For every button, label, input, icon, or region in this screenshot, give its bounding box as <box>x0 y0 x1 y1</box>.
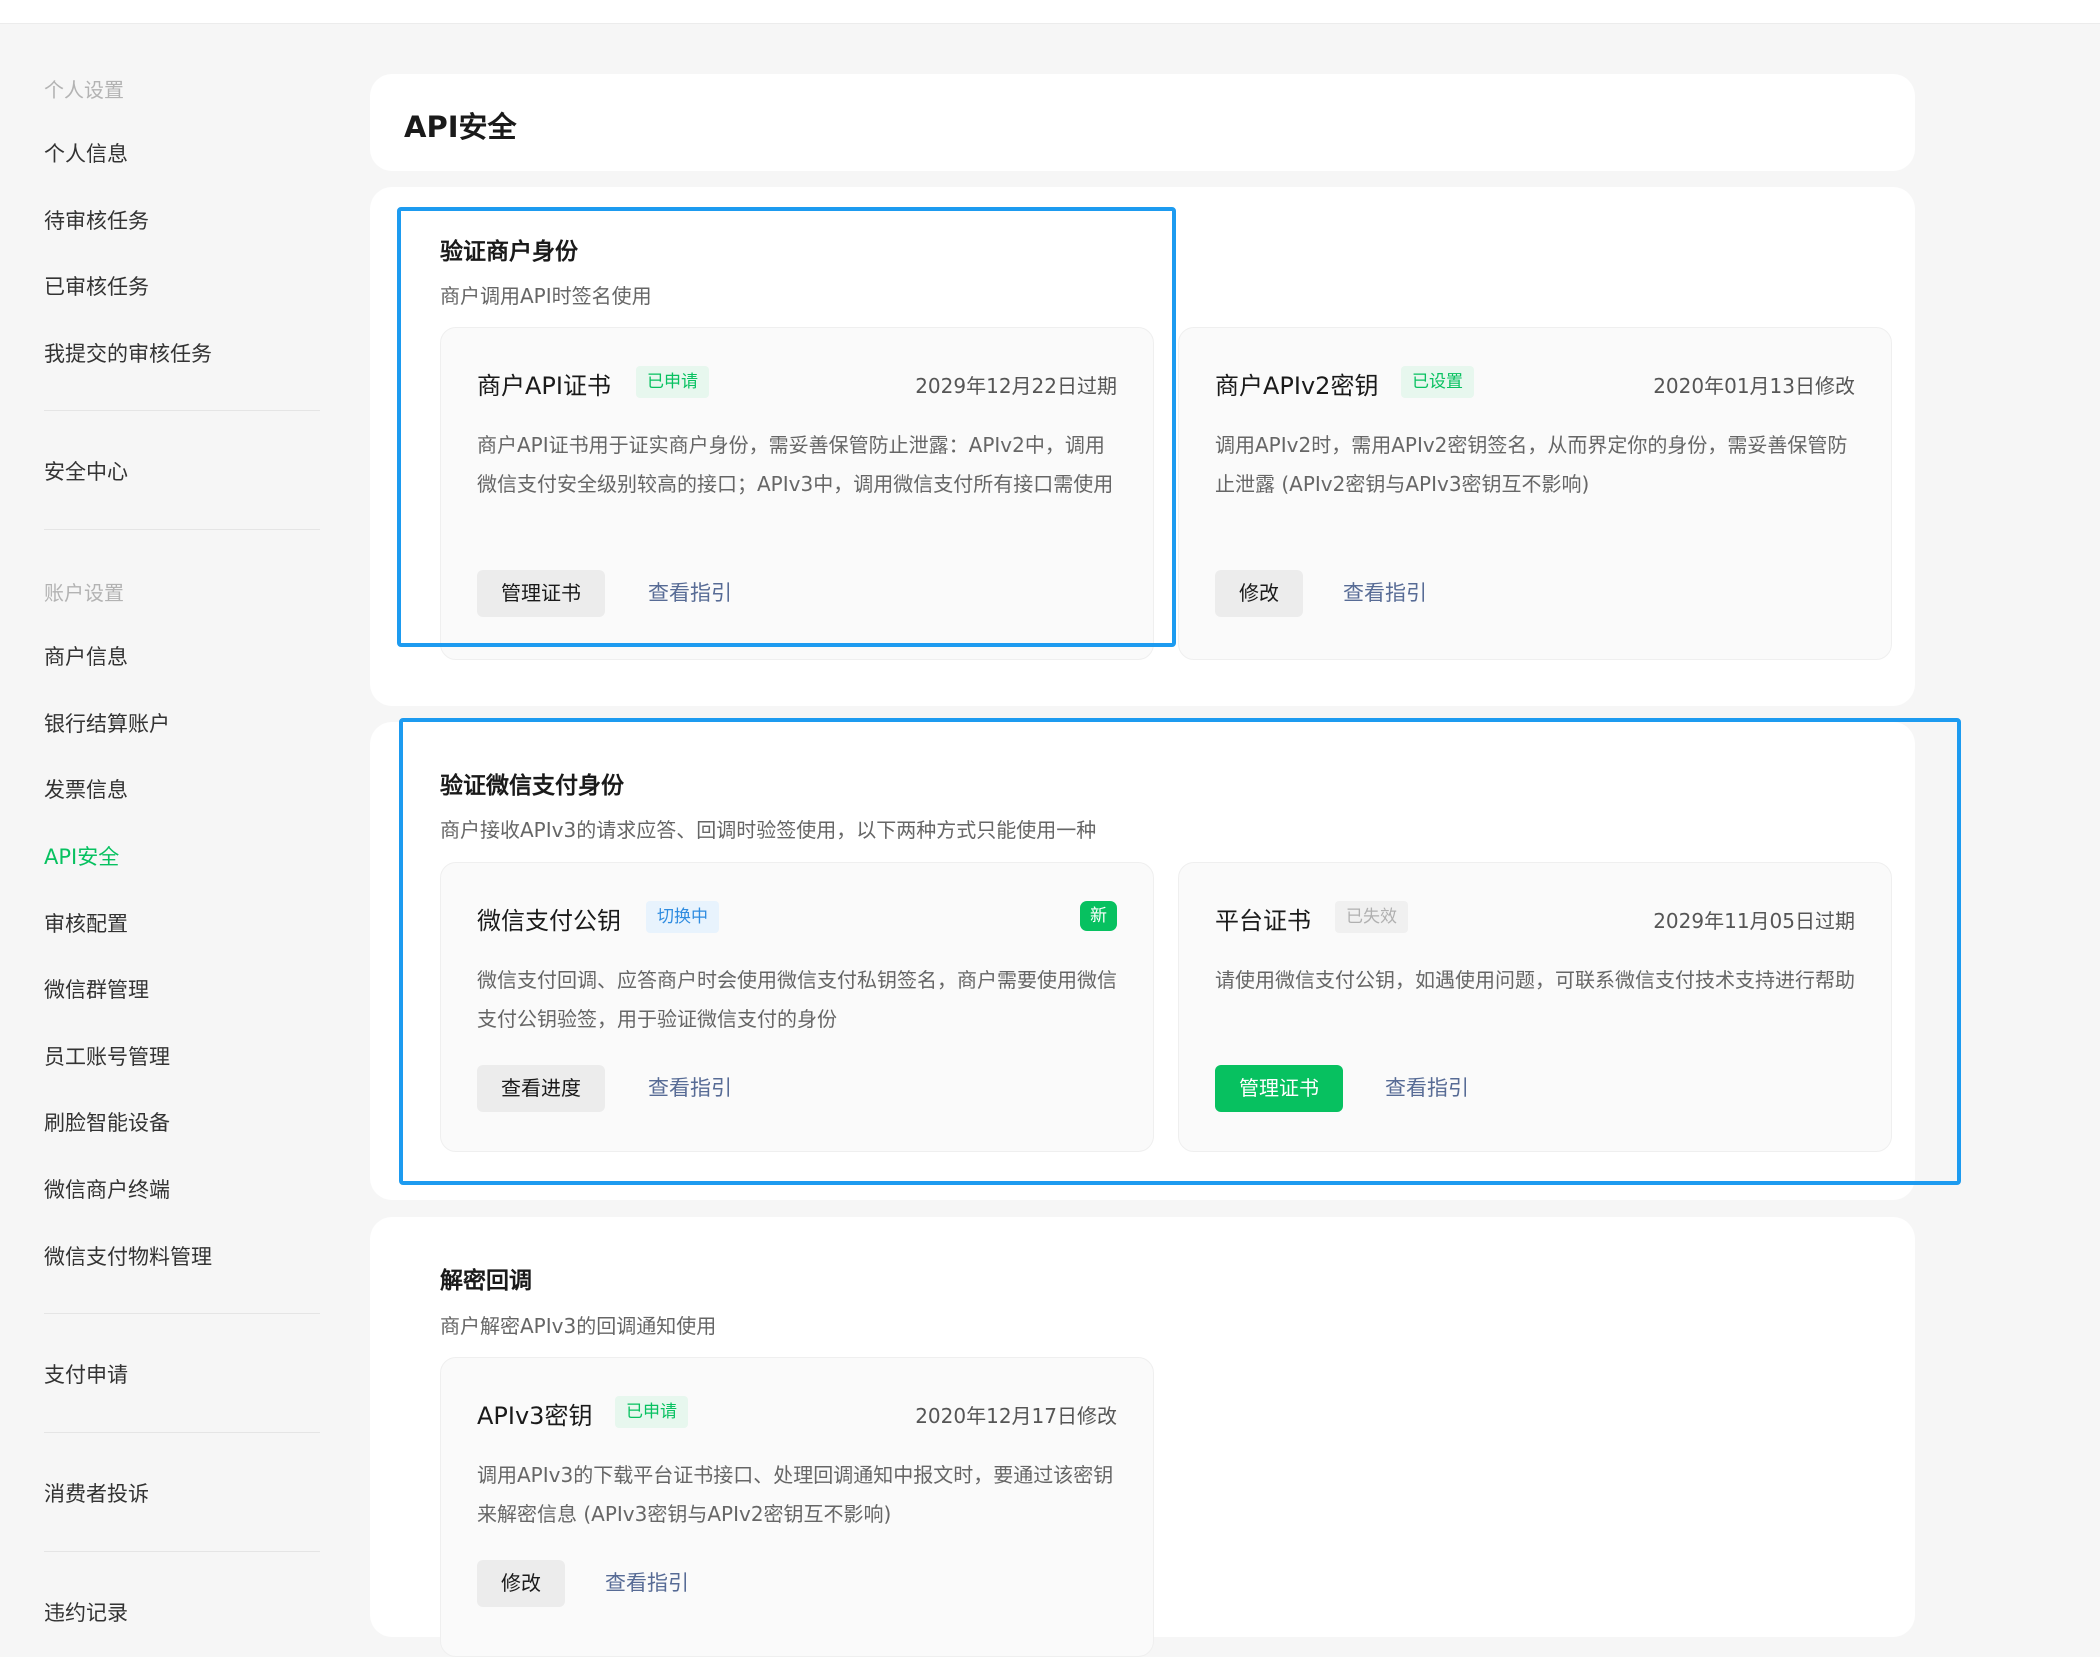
card-apiv2-key: 商户APIv2密钥 已设置 2020年01月13日修改 调用APIv2时，需用A… <box>1178 327 1892 660</box>
sidebar-item-wechat-group[interactable]: 微信群管理 <box>44 974 149 1004</box>
sidebar-item-payment-apply[interactable]: 支付申请 <box>44 1359 128 1389</box>
card-description: 微信支付回调、应答商户时会使用微信支付私钥签名，商户需要使用微信支付公钥验签，用… <box>477 968 1117 1031</box>
card-title: APIv3密钥 <box>477 1402 593 1430</box>
sidebar-item-my-submitted[interactable]: 我提交的审核任务 <box>44 338 212 368</box>
sidebar-item-merchant-info[interactable]: 商户信息 <box>44 641 128 671</box>
new-badge: 新 <box>1080 901 1117 931</box>
wechatpay-identity-section: 验证微信支付身份 商户接收APIv3的请求应答、回调时验签使用，以下两种方式只能… <box>370 722 1915 1200</box>
sidebar-item-reviewed[interactable]: 已审核任务 <box>44 271 149 301</box>
sidebar-divider <box>44 410 320 411</box>
card-description: 调用APIv2时，需用APIv2密钥签名，从而界定你的身份，需妥善保管防止泄露 … <box>1215 433 1848 496</box>
card-apiv3-key: APIv3密钥 已申请 2020年12月17日修改 调用APIv3的下载平台证书… <box>440 1357 1154 1657</box>
sidebar-item-face-devices[interactable]: 刷脸智能设备 <box>44 1107 170 1137</box>
modify-button[interactable]: 修改 <box>477 1560 565 1607</box>
modified-date: 2020年01月13日修改 <box>1653 374 1855 398</box>
status-badge: 已失效 <box>1335 901 1408 933</box>
card-title: 商户APIv2密钥 <box>1215 372 1379 400</box>
section-subtitle: 商户解密APIv3的回调通知使用 <box>440 1314 717 1338</box>
card-description: 调用APIv3的下载平台证书接口、处理回调通知中报文时，要通过该密钥来解密信息 … <box>477 1463 1114 1526</box>
view-progress-button[interactable]: 查看进度 <box>477 1065 605 1112</box>
card-title: 商户API证书 <box>477 372 611 400</box>
sidebar-item-review-config[interactable]: 审核配置 <box>44 908 128 938</box>
view-guide-link[interactable]: 查看指引 <box>605 1560 689 1607</box>
sidebar-item-complaints[interactable]: 消费者投诉 <box>44 1478 149 1508</box>
expiry-date: 2029年11月05日过期 <box>1653 909 1855 933</box>
sidebar-item-pending-review[interactable]: 待审核任务 <box>44 205 149 235</box>
sidebar-item-merchant-terminal[interactable]: 微信商户终端 <box>44 1174 170 1204</box>
sidebar-item-violations[interactable]: 违约记录 <box>44 1597 128 1627</box>
manage-cert-button[interactable]: 管理证书 <box>1215 1065 1343 1112</box>
section-title: 验证商户身份 <box>440 239 578 265</box>
sidebar-divider <box>44 1313 320 1314</box>
view-guide-link[interactable]: 查看指引 <box>648 570 732 617</box>
card-title: 平台证书 <box>1215 907 1311 935</box>
section-title: 验证微信支付身份 <box>440 773 624 799</box>
modify-button[interactable]: 修改 <box>1215 570 1303 617</box>
section-subtitle: 商户接收APIv3的请求应答、回调时验签使用，以下两种方式只能使用一种 <box>440 818 1097 842</box>
manage-cert-button[interactable]: 管理证书 <box>477 570 605 617</box>
sidebar: 个人设置 个人信息 待审核任务 已审核任务 我提交的审核任务 安全中心 账户设置… <box>0 24 340 1625</box>
sidebar-section-account: 账户设置 <box>44 581 124 605</box>
view-guide-link[interactable]: 查看指引 <box>1343 570 1427 617</box>
status-badge: 切换中 <box>646 901 719 933</box>
decrypt-callback-section: 解密回调 商户解密APIv3的回调通知使用 APIv3密钥 已申请 2020年1… <box>370 1217 1915 1657</box>
page-title: API安全 <box>404 110 517 144</box>
sidebar-item-staff-accounts[interactable]: 员工账号管理 <box>44 1041 170 1071</box>
sidebar-divider <box>44 1551 320 1552</box>
sidebar-divider <box>44 529 320 530</box>
page-header: API安全 <box>370 74 1915 171</box>
sidebar-item-security-center[interactable]: 安全中心 <box>44 456 128 486</box>
section-subtitle: 商户调用API时签名使用 <box>440 284 652 308</box>
sidebar-item-personal-info[interactable]: 个人信息 <box>44 138 128 168</box>
card-wechatpay-public-key: 微信支付公钥 切换中 新 微信支付回调、应答商户时会使用微信支付私钥签名，商户需… <box>440 862 1154 1152</box>
card-platform-cert: 平台证书 已失效 2029年11月05日过期 请使用微信支付公钥，如遇使用问题，… <box>1178 862 1892 1152</box>
view-guide-link[interactable]: 查看指引 <box>648 1065 732 1112</box>
sidebar-item-materials[interactable]: 微信支付物料管理 <box>44 1241 212 1271</box>
expiry-date: 2029年12月22日过期 <box>915 374 1117 398</box>
view-guide-link[interactable]: 查看指引 <box>1385 1065 1469 1112</box>
top-bar <box>0 0 2100 24</box>
card-description: 商户API证书用于证实商户身份，需妥善保管防止泄露：APIv2中，调用微信支付安… <box>477 433 1114 496</box>
status-badge: 已申请 <box>615 1396 688 1428</box>
card-title: 微信支付公钥 <box>477 907 621 935</box>
card-merchant-api-cert: 商户API证书 已申请 2029年12月22日过期 商户API证书用于证实商户身… <box>440 327 1154 660</box>
card-description: 请使用微信支付公钥，如遇使用问题，可联系微信支付技术支持进行帮助 <box>1215 968 1855 992</box>
modified-date: 2020年12月17日修改 <box>915 1404 1117 1428</box>
section-title: 解密回调 <box>440 1268 532 1294</box>
status-badge: 已申请 <box>636 366 709 398</box>
status-badge: 已设置 <box>1401 366 1474 398</box>
merchant-identity-section: 验证商户身份 商户调用API时签名使用 商户API证书 已申请 2029年12月… <box>370 187 1915 706</box>
sidebar-section-personal: 个人设置 <box>44 78 124 102</box>
sidebar-divider <box>44 1432 320 1433</box>
sidebar-item-invoice[interactable]: 发票信息 <box>44 774 128 804</box>
sidebar-item-api-security[interactable]: API安全 <box>44 841 119 871</box>
sidebar-item-bank-account[interactable]: 银行结算账户 <box>44 708 170 738</box>
